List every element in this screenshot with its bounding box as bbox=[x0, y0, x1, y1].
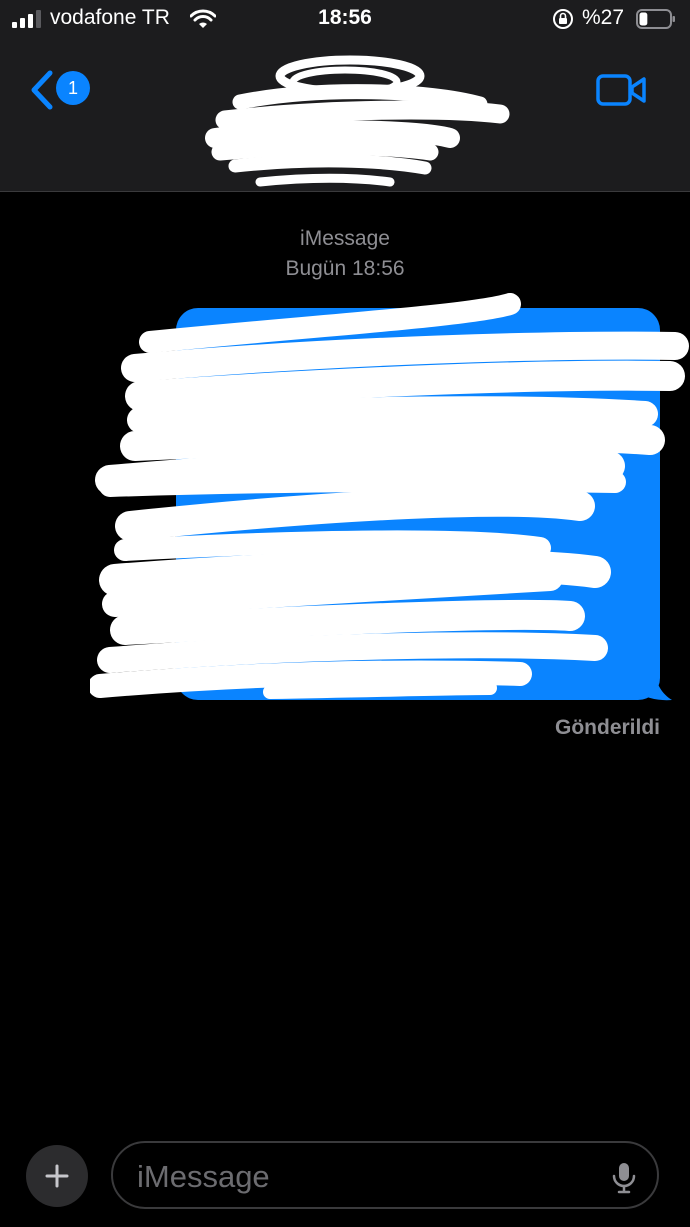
battery-icon bbox=[636, 9, 675, 29]
video-call-button[interactable] bbox=[596, 70, 648, 110]
delivery-status: Gönderildi bbox=[555, 716, 660, 739]
message-redaction-scribble bbox=[90, 293, 689, 699]
message-input[interactable]: iMessage bbox=[111, 1141, 659, 1209]
apps-button[interactable] bbox=[26, 1145, 88, 1207]
message-timestamp: Bugün 18:56 bbox=[285, 257, 405, 280]
back-button[interactable]: 1 bbox=[28, 68, 94, 112]
message-input-placeholder: iMessage bbox=[137, 1159, 270, 1194]
contact-redaction-scribble[interactable] bbox=[200, 46, 510, 188]
chevron-left-icon bbox=[31, 70, 53, 110]
status-bar: vodafone TR 18:56 %27 bbox=[0, 0, 690, 40]
service-label: iMessage bbox=[300, 227, 390, 250]
battery-percent: %27 bbox=[582, 6, 625, 29]
rotation-lock-icon bbox=[553, 9, 573, 29]
plus-icon bbox=[45, 1164, 69, 1188]
conversation-header: 1 bbox=[0, 40, 690, 192]
microphone-icon[interactable] bbox=[611, 1161, 637, 1195]
unread-count-badge: 1 bbox=[56, 71, 90, 105]
